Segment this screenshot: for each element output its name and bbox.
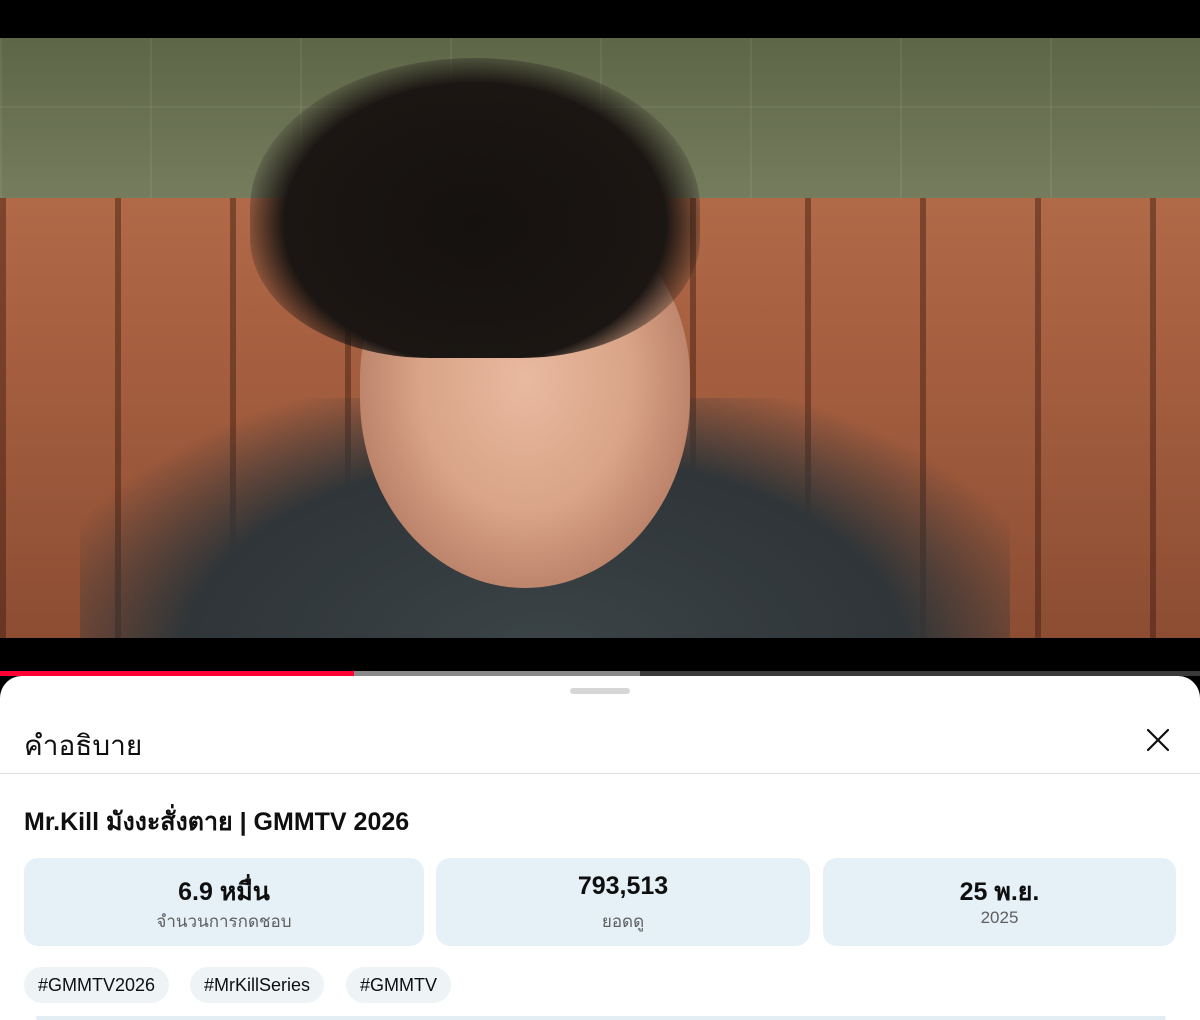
date-stat: 25 พ.ย. 2025 — [823, 858, 1176, 946]
likes-label: จำนวนการกดชอบ — [156, 912, 292, 931]
views-label: ยอดดู — [601, 912, 645, 931]
scroll-edge — [36, 1016, 1166, 1020]
close-icon — [1146, 728, 1170, 752]
sheet-header: คำอธิบาย — [0, 706, 1200, 774]
video-player[interactable] — [0, 0, 1200, 676]
subject-hair — [250, 58, 700, 358]
hashtag-link[interactable]: #MrKillSeries — [190, 967, 325, 1003]
description-sheet: คำอธิบาย Mr.Kill มังงะสั่งตาย | GMMTV 20… — [0, 676, 1200, 1020]
upload-date: 25 พ.ย. — [959, 878, 1040, 906]
likes-count: 6.9 หมื่น — [178, 878, 270, 906]
views-stat: 793,513 ยอดดู — [436, 858, 810, 946]
upload-year: 2025 — [980, 908, 1019, 927]
video-frame[interactable] — [0, 38, 1200, 638]
drag-handle[interactable] — [570, 688, 630, 694]
likes-stat: 6.9 หมื่น จำนวนการกดชอบ — [24, 858, 424, 946]
hashtag-link[interactable]: #GMMTV — [346, 967, 452, 1003]
views-count: 793,513 — [577, 872, 669, 900]
video-title: Mr.Kill มังงะสั่งตาย | GMMTV 2026 — [24, 808, 410, 836]
close-button[interactable] — [1138, 720, 1178, 760]
hashtag-link[interactable]: #GMMTV2026 — [24, 967, 170, 1003]
sheet-title: คำอธิบาย — [24, 730, 143, 761]
